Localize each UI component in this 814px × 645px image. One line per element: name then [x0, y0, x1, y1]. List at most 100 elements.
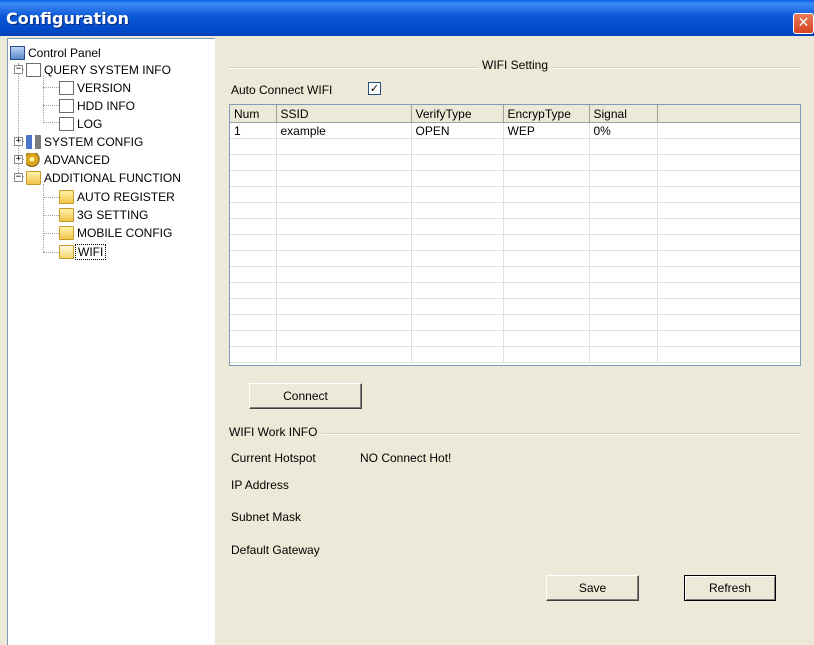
- gears-icon: [26, 153, 41, 167]
- folder-icon: [59, 208, 74, 222]
- navigation-tree-panel: Control Panel − QUERY SYSTEM INFO VERSIO…: [7, 38, 216, 645]
- table-cell: [411, 266, 504, 283]
- table-cell: [657, 314, 800, 331]
- table-cell: [230, 138, 277, 155]
- empty-table-row: [230, 202, 800, 219]
- table-cell: example: [276, 122, 412, 139]
- empty-table-row: [230, 298, 800, 315]
- close-button[interactable]: ✕: [793, 13, 814, 34]
- table-cell: [589, 314, 658, 331]
- column-header[interactable]: Signal: [589, 105, 658, 123]
- table-cell: [230, 170, 277, 187]
- table-cell: [276, 170, 412, 187]
- table-cell: [589, 330, 658, 347]
- table-cell: [411, 314, 504, 331]
- folder-icon: [59, 226, 74, 240]
- empty-table-row: [230, 330, 800, 347]
- table-cell: [503, 170, 590, 187]
- column-header-filler: [657, 105, 800, 123]
- refresh-button[interactable]: Refresh: [684, 575, 776, 601]
- window-title: Configuration: [6, 9, 130, 28]
- empty-table-row: [230, 218, 800, 235]
- table-cell: [503, 234, 590, 251]
- tree-item-label: LOG: [77, 117, 103, 131]
- folder-icon: [26, 171, 41, 185]
- wifi-network-list[interactable]: Num SSID VerifyType EncrypType Signal 1 examp…: [229, 104, 801, 366]
- empty-table-row: [230, 170, 800, 187]
- tree-item-query-system-info[interactable]: QUERY SYSTEM INFO: [26, 62, 171, 78]
- column-header[interactable]: SSID: [276, 105, 412, 123]
- table-cell: [657, 170, 800, 187]
- table-cell: [503, 186, 590, 203]
- table-cell: [503, 330, 590, 347]
- note-edit-icon: [59, 81, 74, 95]
- table-header-row: Num SSID VerifyType EncrypType Signal: [230, 105, 800, 123]
- table-cell: [276, 218, 412, 235]
- tree-item-hdd-info[interactable]: HDD INFO: [59, 98, 135, 114]
- auto-connect-checkbox[interactable]: ✓: [368, 82, 381, 95]
- tree-item-label: SYSTEM CONFIG: [44, 135, 144, 149]
- tree-item-log[interactable]: LOG: [59, 116, 102, 132]
- tree-item-control-panel[interactable]: Control Panel: [10, 45, 101, 61]
- tree-item-label: WIFI: [75, 244, 107, 260]
- table-cell: [230, 250, 277, 267]
- tree-item-system-config[interactable]: SYSTEM CONFIG: [26, 134, 143, 150]
- computer-icon: [10, 46, 25, 60]
- ip-address-label: IP Address: [231, 478, 289, 492]
- collapse-toggle-icon[interactable]: −: [14, 65, 23, 74]
- table-cell: [503, 202, 590, 219]
- note-edit-icon: [59, 99, 74, 113]
- empty-table-row: [230, 138, 800, 155]
- column-header[interactable]: Num: [230, 105, 277, 123]
- tree-item-3g-setting[interactable]: 3G SETTING: [59, 207, 148, 223]
- table-cell: [589, 250, 658, 267]
- title-bar[interactable]: Configuration ✕: [0, 0, 814, 36]
- table-cell: [230, 266, 277, 283]
- tree-item-advanced[interactable]: ADVANCED: [26, 152, 110, 168]
- tree-item-label: HDD INFO: [77, 99, 135, 113]
- tree-item-additional-function[interactable]: ADDITIONAL FUNCTION: [26, 170, 181, 186]
- table-cell: [276, 330, 412, 347]
- connect-button[interactable]: Connect: [249, 383, 362, 409]
- table-cell: [230, 346, 277, 363]
- table-cell: [503, 314, 590, 331]
- table-row[interactable]: 1 example OPEN WEP 0%: [230, 122, 800, 139]
- wifi-work-info-group-title: WIFI Work INFO: [227, 425, 322, 439]
- table-cell: [503, 250, 590, 267]
- table-cell: [657, 266, 800, 283]
- column-header[interactable]: VerifyType: [411, 105, 504, 123]
- table-cell: [589, 266, 658, 283]
- table-cell: [503, 266, 590, 283]
- table-cell: 0%: [589, 122, 658, 139]
- empty-table-row: [230, 346, 800, 363]
- tree-item-mobile-config[interactable]: MOBILE CONFIG: [59, 225, 172, 241]
- table-cell: [657, 282, 800, 299]
- table-cell: [589, 186, 658, 203]
- table-cell: [411, 330, 504, 347]
- table-cell: [230, 154, 277, 171]
- table-cell: [276, 282, 412, 299]
- configuration-window: Configuration ✕ Control Panel − QUERY SY…: [0, 0, 814, 645]
- table-cell: [411, 202, 504, 219]
- table-cell: [276, 250, 412, 267]
- table-cell: [230, 186, 277, 203]
- table-cell: [589, 346, 658, 363]
- column-header[interactable]: EncrypType: [503, 105, 590, 123]
- save-button[interactable]: Save: [546, 575, 639, 601]
- expand-toggle-icon[interactable]: +: [14, 155, 23, 164]
- tree-item-auto-register[interactable]: AUTO REGISTER: [59, 189, 175, 205]
- table-cell: [230, 202, 277, 219]
- tree-item-version[interactable]: VERSION: [59, 80, 131, 96]
- collapse-toggle-icon[interactable]: −: [14, 173, 23, 182]
- table-cell: [276, 346, 412, 363]
- table-cell: [503, 218, 590, 235]
- tree-item-wifi[interactable]: WIFI: [59, 244, 107, 260]
- expand-toggle-icon[interactable]: +: [14, 137, 23, 146]
- empty-table-row: [230, 266, 800, 283]
- table-cell: [657, 346, 800, 363]
- tree-item-label: ADDITIONAL FUNCTION: [44, 171, 181, 185]
- current-hotspot-value: NO Connect Hot!: [360, 451, 452, 465]
- table-cell: [411, 154, 504, 171]
- close-icon: ✕: [797, 15, 810, 31]
- subnet-mask-label: Subnet Mask: [231, 510, 302, 524]
